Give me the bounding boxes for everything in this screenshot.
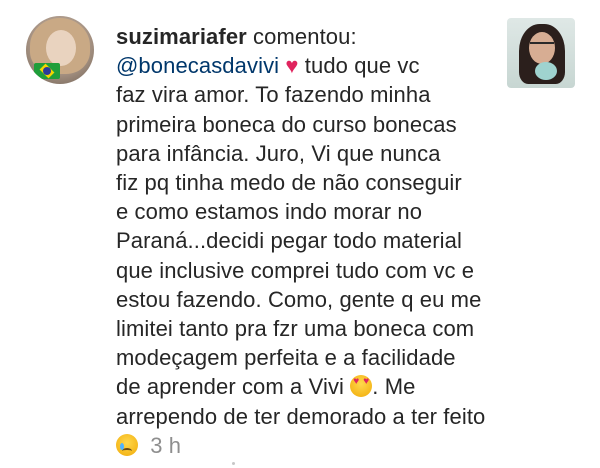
comment-line: para infância. Juro, Vi que nunca <box>116 140 441 166</box>
thumbnail-glasses <box>530 42 554 50</box>
comment-text: de aprender com a Vivi <box>116 374 345 400</box>
comment-line: @bonecasdavivi ♥ tudo que vc <box>116 51 496 80</box>
comment-header: suzimariafer comentou: <box>116 22 496 51</box>
comment-line: e como estamos indo morar no <box>116 199 423 225</box>
scroll-dot <box>232 462 235 465</box>
brazil-flag-icon <box>34 63 60 79</box>
comment-line: primeira boneca do curso bonecas <box>116 111 457 137</box>
comment-body: suzimariafer comentou: @bonecasdavivi ♥ … <box>116 22 496 460</box>
comment-line: Paraná...decidi pegar todo material <box>116 228 462 254</box>
comment-line: modeçagem perfeita e a facilidade <box>116 345 456 371</box>
comment-line: limitei tanto pra fzr uma boneca com <box>116 316 475 342</box>
username-link[interactable]: suzimariafer <box>116 24 247 49</box>
comment-line: estou fazendo. Como, gente q eu me <box>116 286 482 312</box>
comment-footer: 3 h <box>116 431 496 460</box>
comment-line: arrependo de ter demorado a ter feito <box>116 403 486 429</box>
comment-line: faz vira amor. To fazendo minha <box>116 82 431 108</box>
timestamp: 3 h <box>150 432 182 458</box>
comment-line: de aprender com a Vivi . Me <box>116 372 496 401</box>
comment-line: que inclusive comprei tudo com vc e <box>116 257 475 283</box>
comment-text: . Me <box>372 374 416 400</box>
comment-action: comentou: <box>253 24 357 49</box>
heart-eyes-emoji-icon <box>350 375 373 398</box>
crying-emoji-icon <box>116 433 138 456</box>
post-thumbnail[interactable] <box>507 18 575 88</box>
commenter-avatar[interactable] <box>26 16 94 84</box>
heart-icon: ♥ <box>285 53 299 79</box>
avatar-face <box>46 30 76 66</box>
comment-text: tudo que vc <box>304 53 420 79</box>
thumbnail-doll <box>535 62 557 80</box>
mention-link[interactable]: @bonecasdavivi <box>116 53 279 78</box>
comment-line: fiz pq tinha medo de não conseguir <box>116 170 462 196</box>
